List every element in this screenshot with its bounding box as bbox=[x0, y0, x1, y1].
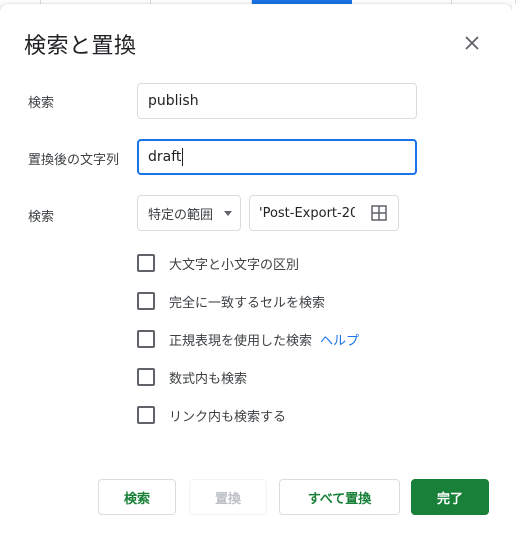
stage: 検索と置換 検索 publish 置換後の文字列 draft 検索 特定の範囲 … bbox=[0, 0, 516, 534]
option-search-formulas[interactable]: 数式内も検索 bbox=[137, 366, 247, 388]
find-input[interactable]: publish bbox=[137, 83, 417, 119]
search-links-checkbox[interactable] bbox=[137, 406, 155, 424]
replace-button[interactable]: 置換 bbox=[189, 479, 267, 515]
search-scope-value: 特定の範囲 bbox=[148, 207, 214, 223]
option-match-case[interactable]: 大文字と小文字の区別 bbox=[137, 252, 299, 274]
close-button[interactable] bbox=[457, 28, 487, 58]
option-search-links[interactable]: リンク内も検索する bbox=[137, 404, 286, 426]
regex-checkbox[interactable] bbox=[137, 330, 155, 348]
search-scope-dropdown[interactable]: 特定の範囲 bbox=[137, 195, 241, 231]
done-button[interactable]: 完了 bbox=[411, 479, 489, 515]
search-links-label: リンク内も検索する bbox=[169, 409, 287, 425]
close-icon bbox=[465, 36, 479, 50]
search-formulas-checkbox[interactable] bbox=[137, 368, 155, 386]
match-entire-cell-label: 完全に一致するセルを検索 bbox=[169, 295, 326, 311]
dropdown-arrow-icon bbox=[224, 211, 232, 216]
dialog-right-edge bbox=[512, 4, 516, 534]
find-replace-dialog: 検索と置換 検索 publish 置換後の文字列 draft 検索 特定の範囲 … bbox=[0, 4, 512, 534]
select-range-grid-icon[interactable] bbox=[371, 205, 387, 225]
replace-input-value: draft bbox=[148, 149, 182, 165]
match-case-label: 大文字と小文字の区別 bbox=[169, 257, 300, 273]
match-case-checkbox[interactable] bbox=[137, 254, 155, 272]
replace-label: 置換後の文字列 bbox=[28, 153, 120, 168]
regex-label: 正規表現を使用した検索 bbox=[169, 333, 313, 349]
find-label: 検索 bbox=[28, 96, 55, 111]
option-match-entire-cell[interactable]: 完全に一致するセルを検索 bbox=[137, 290, 325, 312]
match-entire-cell-checkbox[interactable] bbox=[137, 292, 155, 310]
find-input-value: publish bbox=[148, 93, 199, 109]
help-link[interactable]: ヘルプ bbox=[320, 330, 359, 349]
replace-input[interactable]: draft bbox=[137, 139, 417, 175]
search-formulas-label: 数式内も検索 bbox=[169, 371, 248, 387]
range-input-value: 'Post-Export-20 bbox=[259, 205, 355, 221]
option-regex[interactable]: 正規表現を使用した検索 ヘルプ bbox=[137, 328, 359, 350]
text-caret bbox=[182, 148, 184, 166]
search-scope-label: 検索 bbox=[28, 210, 55, 225]
find-button[interactable]: 検索 bbox=[98, 479, 176, 515]
replace-all-button[interactable]: すべて置換 bbox=[279, 479, 400, 515]
dialog-title: 検索と置換 bbox=[24, 34, 137, 59]
range-input[interactable]: 'Post-Export-20 bbox=[249, 195, 399, 231]
